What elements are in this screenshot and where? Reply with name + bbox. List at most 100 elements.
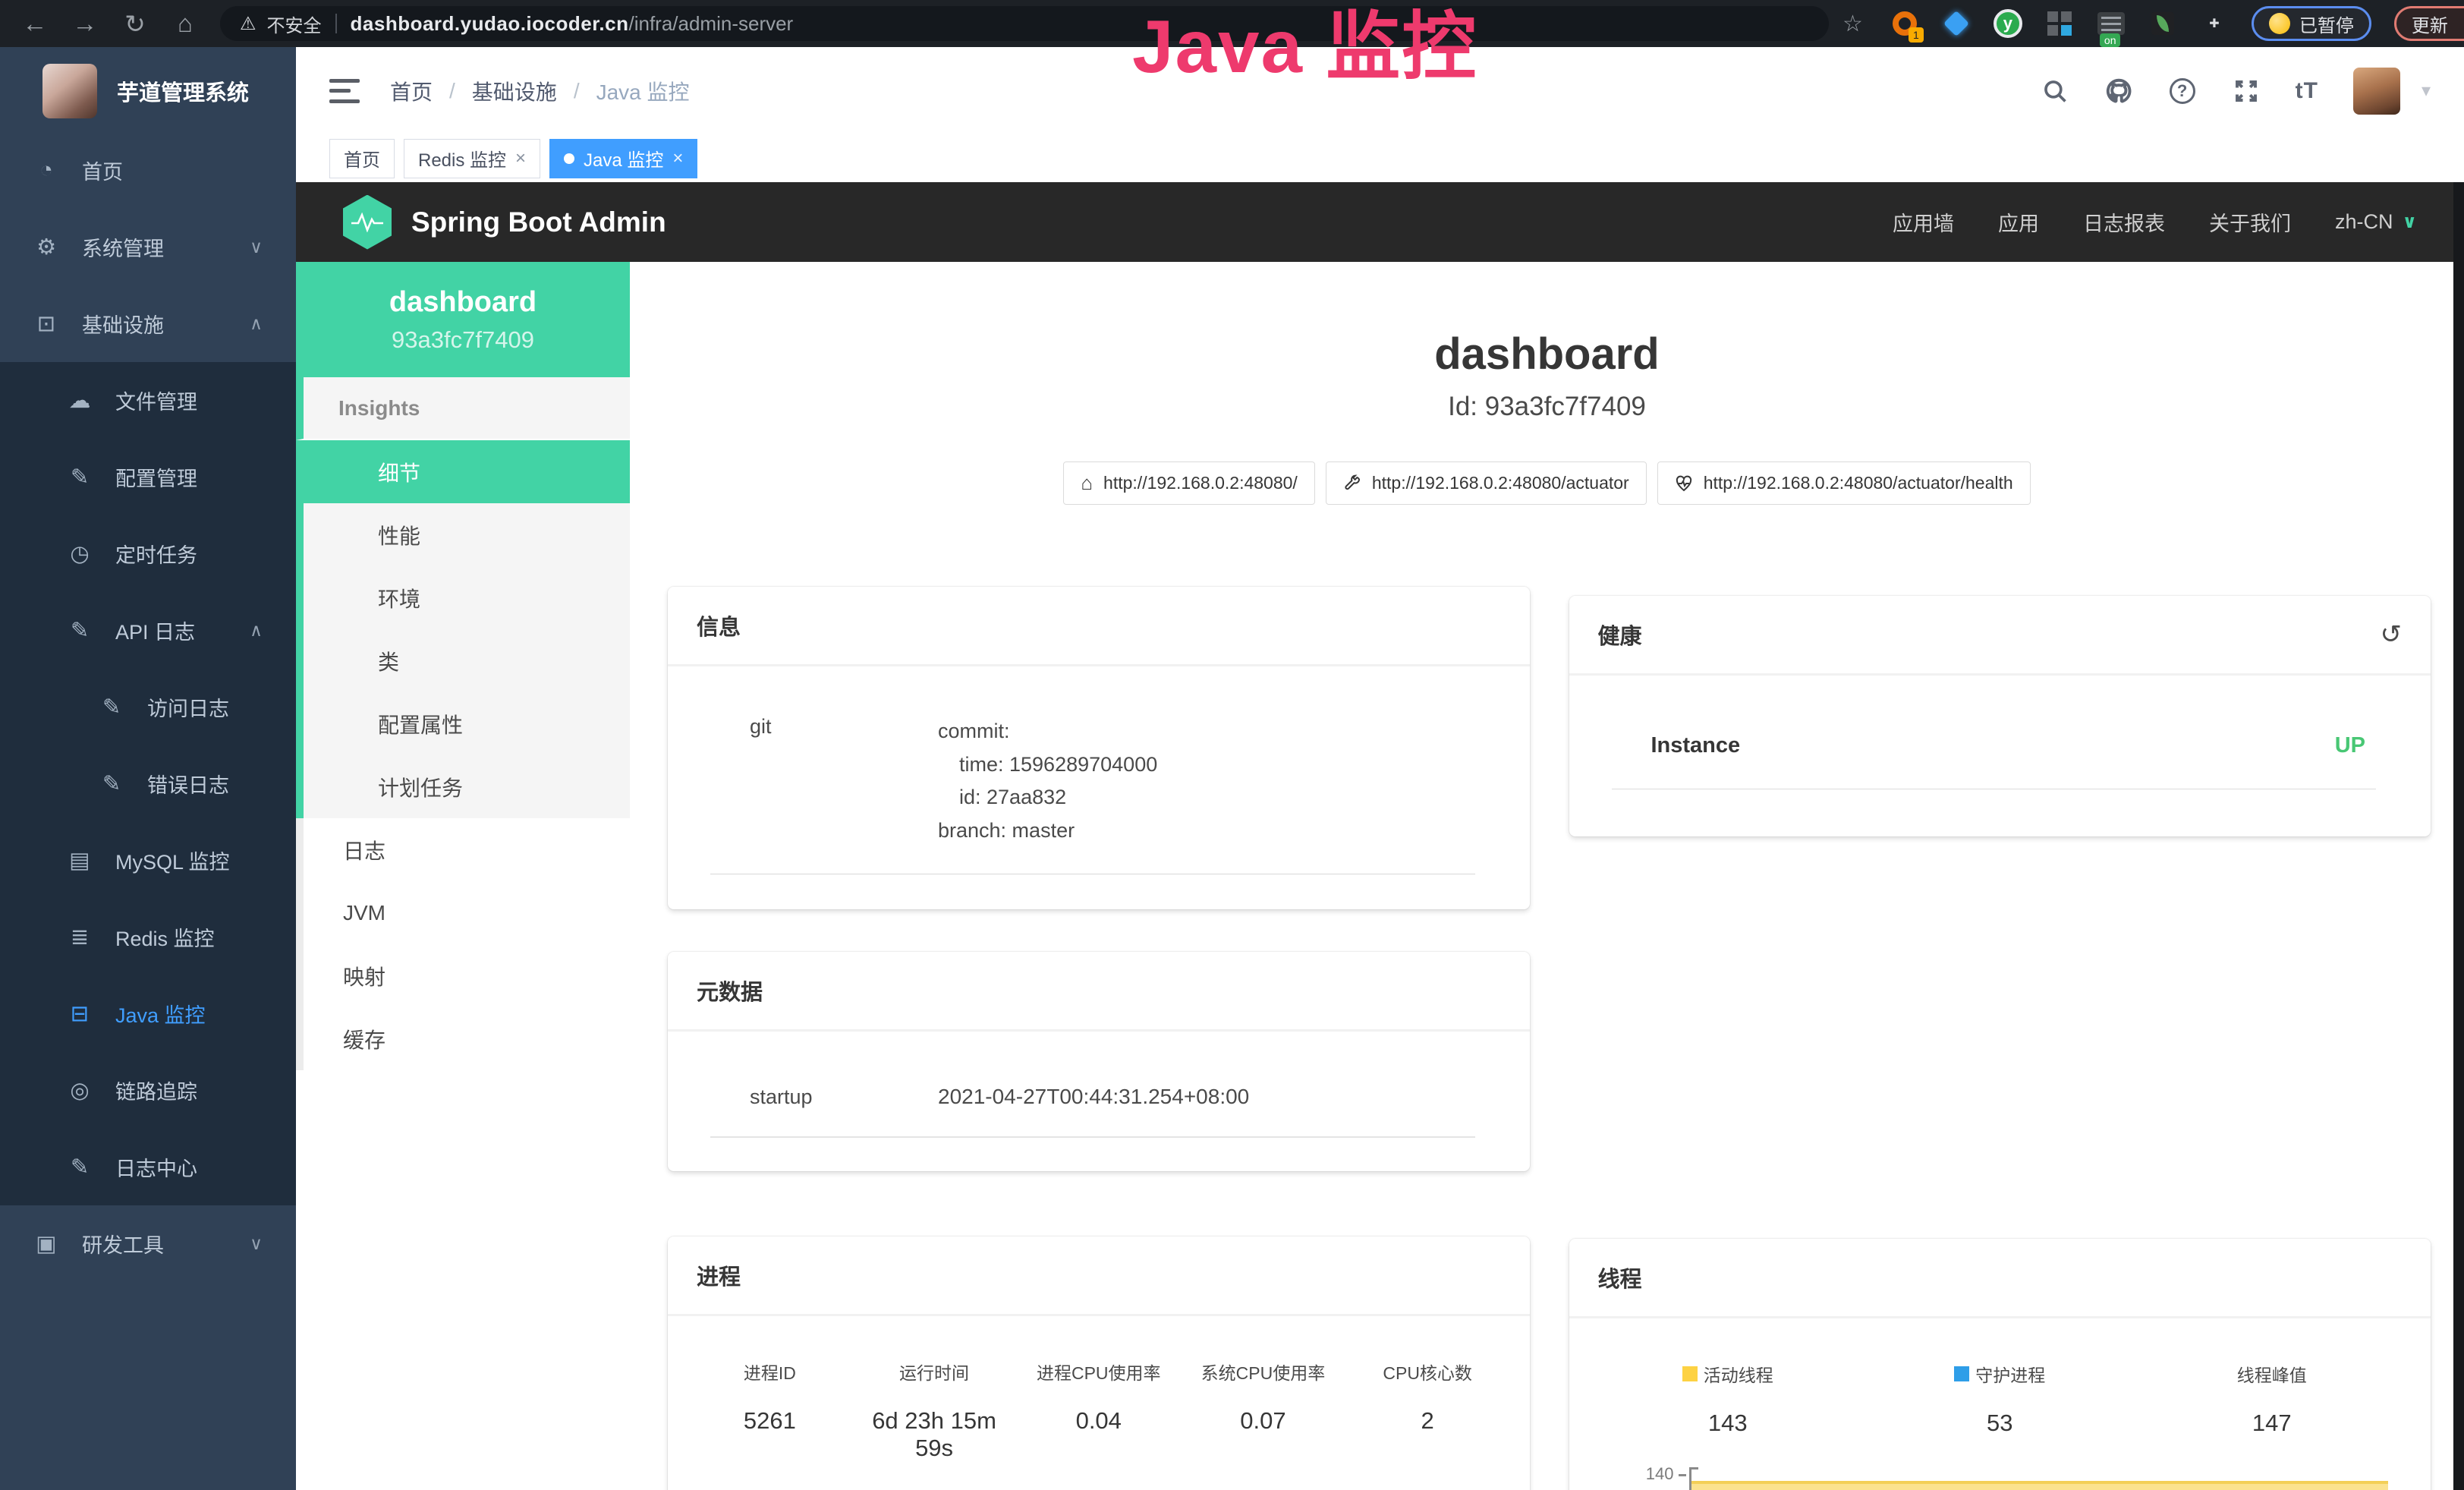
sidebar-item-dev-tools[interactable]: ▣ 研发工具 ∨ xyxy=(0,1205,296,1282)
annotation-java-monitor: Java 监控 xyxy=(1132,0,1477,94)
sba-content: dashboard Id: 93a3fc7f7409 ⌂ http://192.… xyxy=(630,262,2464,1490)
health-url-button[interactable]: http://192.168.0.2:48080/actuator/health xyxy=(1657,461,2031,505)
sba-menu-logs[interactable]: 日志 xyxy=(296,818,630,881)
sidebar-item-scheduled-jobs[interactable]: ◷ 定时任务 xyxy=(0,515,296,592)
sidebar-item-config-mgmt[interactable]: ✎ 配置管理 xyxy=(0,439,296,515)
sba-menu-mappings[interactable]: 映射 xyxy=(296,944,630,1007)
health-card-body: Instance UP xyxy=(1569,676,2431,836)
health-row-instance[interactable]: Instance UP xyxy=(1612,733,2377,789)
extension-list-icon[interactable]: on xyxy=(2097,9,2126,38)
browser-update-button[interactable]: 更新 ⋮ xyxy=(2394,6,2464,41)
tag-tabs-bar: 首页 Redis 监控 × Java 监控 × xyxy=(296,134,2464,182)
legend-live-threads: 活动线程 xyxy=(1592,1361,1865,1387)
user-avatar[interactable] xyxy=(2353,68,2400,115)
metadata-card-title: 元数据 xyxy=(668,952,1530,1032)
security-label[interactable]: 不安全 xyxy=(267,11,322,37)
service-url-button[interactable]: ⌂ http://192.168.0.2:48080/ xyxy=(1063,461,1315,505)
threads-card-title: 线程 xyxy=(1569,1239,2431,1318)
github-icon[interactable] xyxy=(2104,77,2133,106)
sidebar-item-api-logs[interactable]: ✎ API 日志 ∧ xyxy=(0,592,296,669)
browser-reload-icon[interactable]: ↻ xyxy=(120,9,150,39)
screen: ← → ↻ ⌂ ⚠ 不安全 dashboard.yudao.iocoder.cn… xyxy=(0,0,2464,1490)
extension-y-icon[interactable]: y xyxy=(1994,9,2022,38)
tab-home[interactable]: 首页 xyxy=(329,139,395,178)
font-size-icon[interactable]: tT xyxy=(2296,78,2318,104)
sidebar-item-infrastructure[interactable]: ⊡ 基础设施 ∧ xyxy=(0,285,296,362)
sidebar-item-tracing[interactable]: ◎ 链路追踪 xyxy=(0,1052,296,1129)
extension-on-badge: on xyxy=(2100,33,2121,47)
cpu-cores: CPU核心数 2 xyxy=(1345,1359,1510,1462)
y-tick-140: 140 xyxy=(1625,1464,1674,1484)
sba-nav-journal[interactable]: 日志报表 xyxy=(2083,207,2165,237)
sidebar-item-label: API 日志 xyxy=(115,616,195,645)
security-warning-icon[interactable]: ⚠ xyxy=(240,13,256,35)
sba-language-select[interactable]: zh-CN ∨ xyxy=(2335,210,2417,234)
sidebar-item-home[interactable]: ◔ 首页 xyxy=(0,132,296,209)
actuator-url: http://192.168.0.2:48080/actuator xyxy=(1372,473,1629,493)
page-scrollbar[interactable] xyxy=(2453,182,2464,1490)
sidebar-item-label: 日志中心 xyxy=(115,1152,197,1182)
browser-forward-icon[interactable]: → xyxy=(70,9,100,38)
health-card: 健康 ↺ Instance UP xyxy=(1569,596,2431,836)
active-dot-icon xyxy=(564,153,574,164)
fullscreen-icon[interactable] xyxy=(2232,77,2261,106)
browser-home-icon[interactable]: ⌂ xyxy=(170,9,200,38)
actuator-url-button[interactable]: http://192.168.0.2:48080/actuator xyxy=(1326,461,1647,505)
collapse-sidebar-icon[interactable] xyxy=(329,79,360,103)
sba-nav-about[interactable]: 关于我们 xyxy=(2209,207,2291,237)
tab-java-monitor[interactable]: Java 监控 × xyxy=(549,139,697,178)
sidebar-item-label: 文件管理 xyxy=(115,386,197,415)
extension-pin-icon[interactable] xyxy=(1942,9,1971,38)
browser-back-icon[interactable]: ← xyxy=(20,9,50,38)
extensions-cluster: 1 y on ✚ xyxy=(1890,9,2229,38)
search-icon[interactable] xyxy=(2041,77,2069,106)
extensions-puzzle-icon[interactable]: ✚ xyxy=(2200,9,2229,38)
app-logo-row[interactable]: 芋道管理系统 xyxy=(0,47,296,132)
avatar-dropdown-icon[interactable]: ▾ xyxy=(2422,80,2431,102)
sba-menu-metrics[interactable]: 性能 xyxy=(296,503,630,566)
sidebar-item-file-mgmt[interactable]: ☁ 文件管理 xyxy=(0,362,296,439)
sba-nav-applications[interactable]: 应用 xyxy=(1998,207,2039,237)
threads-chart: 140 120 100 xyxy=(1592,1464,2409,1490)
sba-menu-caches[interactable]: 缓存 xyxy=(296,1007,630,1070)
close-icon[interactable]: × xyxy=(672,148,683,169)
tab-redis-monitor[interactable]: Redis 监控 × xyxy=(404,139,540,178)
log-icon: ✎ xyxy=(64,1154,96,1180)
extension-grid-icon[interactable] xyxy=(2045,9,2074,38)
url-host: dashboard.yudao.iocoder.cn xyxy=(351,12,629,36)
sba-menu-details[interactable]: 细节 xyxy=(296,440,630,503)
log-icon: ✎ xyxy=(64,617,96,644)
sidebar-item-system-mgmt[interactable]: ⚙ 系统管理 ∨ xyxy=(0,209,296,285)
sidebar-item-java-monitor[interactable]: ⊟ Java 监控 xyxy=(0,975,296,1052)
breadcrumb-home[interactable]: 首页 xyxy=(390,76,433,106)
close-icon[interactable]: × xyxy=(515,148,526,169)
sidebar-item-redis-monitor[interactable]: ≣ Redis 监控 xyxy=(0,899,296,975)
chevron-up-icon: ∧ xyxy=(250,620,263,641)
sba-menu-config-props[interactable]: 配置属性 xyxy=(296,692,630,755)
database-icon: ▤ xyxy=(64,847,96,874)
sidebar-item-access-logs[interactable]: ✎ 访问日志 xyxy=(0,669,296,745)
sidebar-item-label: 错误日志 xyxy=(147,769,229,799)
sba-menu-jvm[interactable]: JVM xyxy=(296,881,630,944)
instance-id-line: Id: 93a3fc7f7409 xyxy=(630,392,2464,422)
sidebar-item-log-center[interactable]: ✎ 日志中心 xyxy=(0,1129,296,1205)
sidebar-item-label: MySQL 监控 xyxy=(115,846,230,875)
extension-orange-icon[interactable]: 1 xyxy=(1890,9,1919,38)
sidebar-item-error-logs[interactable]: ✎ 错误日志 xyxy=(0,745,296,822)
bookmark-star-icon[interactable]: ☆ xyxy=(1842,11,1863,37)
breadcrumb-infrastructure[interactable]: 基础设施 xyxy=(472,76,557,106)
sidebar-item-mysql-monitor[interactable]: ▤ MySQL 监控 xyxy=(0,822,296,899)
sba-sidebar: dashboard 93a3fc7f7409 Insights 细节 性能 环境… xyxy=(296,262,630,1490)
cards-column-left: 信息 git commit: time: 1596289704000 id: 2 xyxy=(668,587,1530,1490)
extension-leaf-icon[interactable] xyxy=(2148,9,2177,38)
sba-menu-classes[interactable]: 类 xyxy=(296,629,630,692)
threads-legend: 活动线程 守护进程 线程峰值 xyxy=(1592,1361,2409,1387)
help-icon[interactable]: ? xyxy=(2168,77,2197,106)
sba-menu-environment[interactable]: 环境 xyxy=(296,566,630,629)
address-bar[interactable]: ⚠ 不安全 dashboard.yudao.iocoder.cn/infra/a… xyxy=(220,6,1829,41)
history-icon[interactable]: ↺ xyxy=(2381,619,2403,650)
sba-nav-wallboard[interactable]: 应用墙 xyxy=(1893,207,1954,237)
sba-language-value: zh-CN xyxy=(2335,210,2393,234)
profile-paused-pill[interactable]: 已暂停 xyxy=(2252,6,2371,41)
sba-menu-scheduled-tasks[interactable]: 计划任务 xyxy=(296,755,630,818)
